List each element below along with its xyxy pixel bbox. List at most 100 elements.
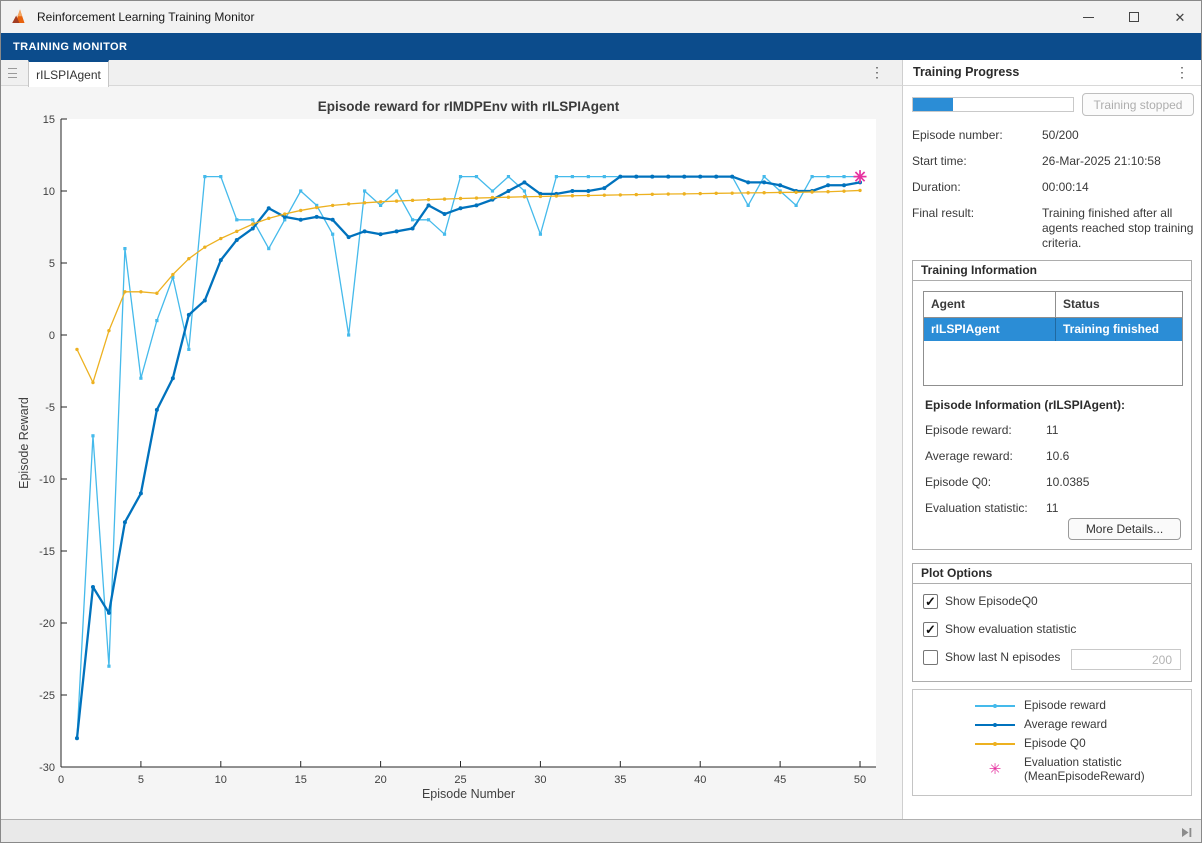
series-marker (379, 232, 383, 236)
ribbon-tab-training-monitor[interactable]: TRAINING MONITOR (1, 33, 139, 60)
tab-drag-handle-icon[interactable] (8, 66, 20, 80)
checkbox-unchecked[interactable] (923, 650, 938, 665)
close-button[interactable]: ✕ (1157, 1, 1202, 33)
series-marker (363, 229, 367, 233)
checkbox-row: Show evaluation statistic (923, 621, 1076, 637)
progress-field-value: 26-Mar-2025 21:10:58 (1042, 154, 1196, 169)
checkbox-label: Show last N episodes (945, 650, 1060, 664)
y-tick-label: -30 (39, 762, 55, 774)
training-progress-panel: Training stopped Episode number:50/200St… (902, 86, 1202, 819)
series-marker (123, 247, 126, 250)
y-tick-label: -15 (39, 546, 55, 558)
series-marker (842, 189, 845, 192)
close-icon: ✕ (1175, 11, 1186, 24)
series-marker (91, 434, 94, 437)
y-tick-label: -10 (39, 474, 55, 486)
figure-area: 05101520253035404550-30-25-20-15-10-5051… (1, 86, 902, 819)
y-tick-label: -5 (45, 402, 55, 414)
plot-options-box: Plot Options Show EpisodeQ0Show evaluati… (912, 563, 1192, 682)
series-marker (683, 192, 686, 195)
reward-chart: 05101520253035404550-30-25-20-15-10-5051… (1, 86, 902, 819)
series-marker (826, 190, 829, 193)
y-tick-label: 5 (49, 258, 55, 270)
progress-field-label: Final result: (912, 206, 1042, 251)
series-marker (602, 186, 606, 190)
legend-line (975, 743, 1015, 745)
checkbox-checked[interactable] (923, 622, 938, 637)
panel-menu-icon[interactable]: ⋮ (1175, 65, 1189, 79)
series-marker (395, 229, 399, 233)
legend-marker-dot (993, 704, 997, 708)
series-marker (459, 197, 462, 200)
series-marker (459, 206, 463, 210)
legend-line (975, 705, 1015, 707)
series-marker (570, 189, 574, 193)
training-information-title: Training Information (913, 261, 1191, 281)
panel-header: Training Progress ⋮ (902, 60, 1202, 86)
training-stopped-button[interactable]: Training stopped (1082, 93, 1194, 116)
series-marker (826, 175, 829, 178)
series-marker (522, 180, 526, 184)
series-marker (203, 175, 206, 178)
legend-label: Episode Q0 (1024, 737, 1086, 751)
maximize-button[interactable] (1111, 1, 1157, 33)
series-marker (75, 348, 78, 351)
x-tick-label: 40 (694, 774, 706, 786)
series-marker (555, 175, 558, 178)
series-marker (139, 491, 143, 495)
series-marker (842, 183, 846, 187)
training-progress-fields: Episode number:50/200Start time:26-Mar-2… (912, 128, 1196, 262)
progress-field-label: Episode number: (912, 128, 1042, 143)
last-n-episodes-input[interactable] (1071, 649, 1181, 670)
series-marker (171, 273, 174, 276)
x-tick-label: 50 (854, 774, 866, 786)
series-marker (794, 204, 797, 207)
series-marker (714, 192, 717, 195)
series-marker (778, 183, 782, 187)
checkbox-checked[interactable] (923, 594, 938, 609)
episode-info-field-row: Evaluation statistic:11 (925, 501, 1185, 516)
series-marker (571, 175, 574, 178)
series-marker (634, 175, 638, 179)
series-marker (347, 202, 350, 205)
legend-marker-dot (993, 723, 997, 727)
table-header-status: Status (1056, 292, 1182, 317)
legend-marker-dot (993, 742, 997, 746)
series-marker (235, 218, 238, 221)
series-marker (123, 290, 126, 293)
series-marker (794, 191, 797, 194)
series-marker (459, 175, 462, 178)
y-tick-label: -20 (39, 618, 55, 630)
checkbox-label: Show evaluation statistic (945, 622, 1076, 636)
x-tick-label: 25 (454, 774, 466, 786)
series-marker (251, 226, 255, 230)
agent-table-header: Agent Status (924, 292, 1182, 318)
series-marker (842, 175, 845, 178)
series-marker (91, 381, 94, 384)
series-marker (187, 348, 190, 351)
series-marker (235, 230, 238, 233)
series-marker (427, 203, 431, 207)
series-marker (139, 290, 142, 293)
x-tick-label: 15 (295, 774, 307, 786)
eval-statistic-marker-center (858, 175, 862, 179)
tabbar-menu-icon[interactable]: ⋮ (870, 65, 884, 79)
skip-to-end-icon[interactable] (1180, 826, 1193, 839)
series-marker (299, 189, 302, 192)
more-details-button[interactable]: More Details... (1068, 518, 1181, 540)
minimize-button[interactable] (1065, 1, 1111, 33)
x-tick-label: 35 (614, 774, 626, 786)
x-tick-label: 45 (774, 774, 786, 786)
series-marker (267, 206, 271, 210)
series-marker (507, 195, 510, 198)
legend-label: Episode reward (1024, 699, 1106, 713)
tab-label: rILSPIAgent (36, 68, 101, 82)
series-marker (315, 215, 319, 219)
y-tick-label: 15 (43, 114, 55, 126)
series-marker (299, 209, 302, 212)
table-header-agent: Agent (924, 292, 1056, 317)
legend-box: Episode rewardAverage rewardEpisode Q0✳E… (912, 689, 1192, 796)
agent-table-row[interactable]: rILSPIAgent Training finished (924, 318, 1182, 341)
legend-label: Average reward (1024, 718, 1107, 732)
tab-rilspiagent[interactable]: rILSPIAgent (28, 60, 109, 87)
